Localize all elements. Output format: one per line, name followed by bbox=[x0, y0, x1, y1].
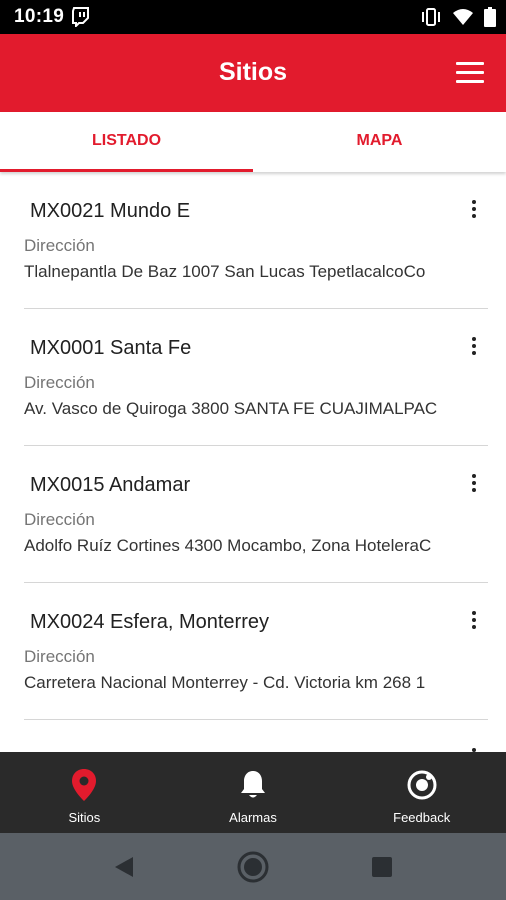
back-triangle-icon bbox=[115, 856, 134, 877]
address-label: Dirección bbox=[24, 510, 95, 529]
site-address: Adolfo Ruíz Cortines 4300 Mocambo, Zona … bbox=[24, 536, 432, 555]
bottom-nav: Sitios Alarmas Feedback bbox=[0, 752, 506, 833]
home-button[interactable] bbox=[233, 847, 273, 887]
more-options-icon[interactable] bbox=[460, 335, 488, 357]
nav-item-alarmas[interactable]: Alarmas bbox=[169, 752, 338, 833]
list-item[interactable]: MX0024 Esfera, Monterrey Dirección Carre… bbox=[24, 583, 488, 720]
menu-icon-line bbox=[456, 80, 484, 83]
site-name: MX0015 Andamar bbox=[30, 474, 191, 496]
system-nav-bar bbox=[0, 833, 506, 900]
site-list[interactable]: MX0021 Mundo E Dirección Tlalnepantla De… bbox=[0, 172, 506, 752]
menu-icon-line bbox=[456, 62, 484, 65]
site-address: Tlalnepantla De Baz 1007 San Lucas Tepet… bbox=[24, 262, 426, 281]
list-item[interactable]: MX0015 Andamar Dirección Adolfo Ruíz Cor… bbox=[24, 446, 488, 583]
nav-label: Feedback bbox=[393, 810, 451, 825]
site-address: Av. Vasco de Quiroga 3800 SANTA FE CUAJI… bbox=[24, 399, 438, 418]
tab-listado[interactable]: LISTADO bbox=[0, 112, 253, 172]
tab-bar: LISTADO MAPA bbox=[0, 112, 506, 172]
battery-icon bbox=[484, 7, 496, 27]
site-name: MX0021 Mundo E bbox=[30, 200, 191, 222]
nav-item-feedback[interactable]: Feedback bbox=[337, 752, 506, 833]
map-pin-icon bbox=[71, 766, 97, 804]
wifi-icon bbox=[453, 9, 473, 25]
list-item[interactable]: MX0021 Mundo E Dirección Tlalnepantla De… bbox=[24, 172, 488, 309]
recents-button[interactable] bbox=[362, 847, 402, 887]
list-item[interactable]: MX0001 Santa Fe Dirección Av. Vasco de Q… bbox=[24, 309, 488, 446]
recents-square-icon bbox=[371, 856, 392, 877]
page-title: Sitios bbox=[218, 58, 288, 86]
address-label: Dirección bbox=[24, 647, 95, 666]
home-circle-icon bbox=[237, 851, 269, 882]
site-address: Carretera Nacional Monterrey - Cd. Victo… bbox=[24, 673, 426, 692]
status-time: 10:19 bbox=[14, 6, 65, 27]
bell-icon bbox=[239, 766, 267, 804]
more-options-icon[interactable] bbox=[460, 609, 488, 631]
menu-icon-line bbox=[456, 71, 484, 74]
nav-item-sitios[interactable]: Sitios bbox=[0, 752, 169, 833]
back-button[interactable] bbox=[104, 847, 144, 887]
nav-label: Sitios bbox=[68, 810, 101, 825]
list-item[interactable] bbox=[24, 720, 488, 752]
tab-mapa[interactable]: MAPA bbox=[253, 112, 506, 172]
more-options-icon[interactable] bbox=[460, 472, 488, 494]
site-name: MX0024 Esfera, Monterrey bbox=[30, 611, 269, 633]
menu-button[interactable] bbox=[456, 62, 484, 84]
status-bar: 10:19 bbox=[0, 0, 506, 34]
site-name: MX0001 Santa Fe bbox=[30, 337, 192, 359]
address-label: Dirección bbox=[24, 236, 95, 255]
vibrate-icon bbox=[422, 8, 440, 26]
twitch-notification-icon bbox=[72, 7, 89, 27]
address-label: Dirección bbox=[24, 373, 95, 392]
nav-label: Alarmas bbox=[229, 810, 277, 825]
status-icons bbox=[420, 6, 496, 28]
more-options-icon[interactable] bbox=[460, 198, 488, 220]
app-bar: Sitios bbox=[0, 34, 506, 112]
feedback-icon bbox=[406, 766, 438, 804]
